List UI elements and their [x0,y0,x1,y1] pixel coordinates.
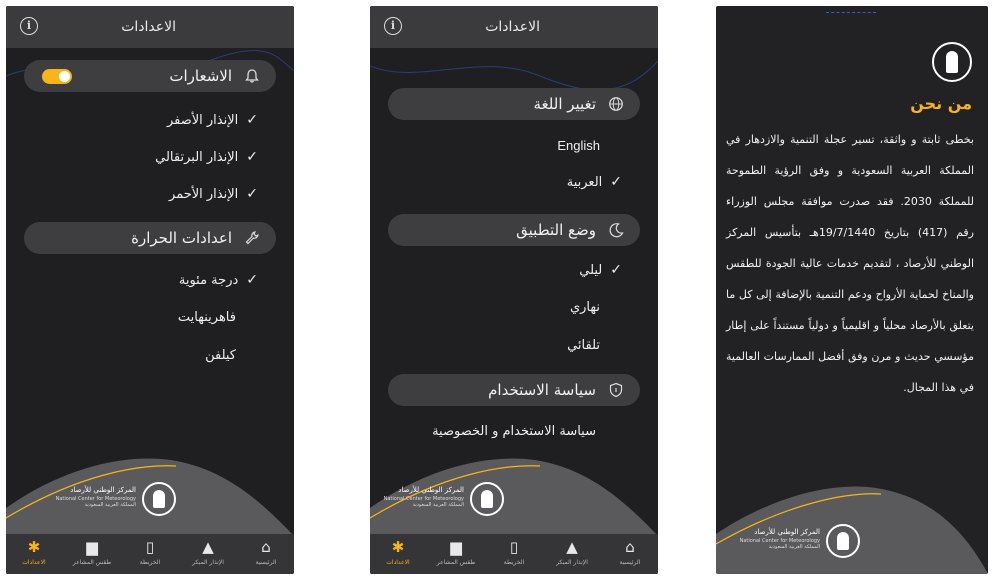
page-title: الاعدادات [485,19,540,35]
temperature-settings-row[interactable]: اعدادات الحرارة [24,222,276,254]
about-title: من نحن [910,94,972,113]
tab-map[interactable]: ▯ الخريطة [486,538,542,566]
ncm-logo: المركز الوطني للأرصاد National Center fo… [720,520,860,566]
page-title: الاعدادات [121,19,176,35]
change-language-label: تغيير اللغة [533,95,597,113]
alert-orange-option[interactable]: ✓الإنذار البرتقالي [155,149,258,165]
info-icon[interactable]: i [20,17,38,35]
notifications-label: الاشعارات [169,67,232,85]
top-indicator [826,12,876,16]
title-bar: i الاعدادات [6,6,294,48]
check-icon: ✓ [610,262,622,278]
app-mode-row[interactable]: وضع التطبيق [388,214,640,246]
unit-kelvin-option[interactable]: كيلفن [205,348,236,363]
bottom-tab-bar: ⌂ الرئيسية ▲ الإنذار المبكر ▯ الخريطة ▆ طقس … [6,534,294,574]
check-icon: ✓ [246,112,258,128]
palm-emblem-icon [142,482,176,516]
globe-icon [608,96,624,112]
temperature-settings-label: اعدادات الحرارة [131,229,232,247]
alert-yellow-option[interactable]: ✓الإنذار الأصفر [167,112,258,128]
info-icon[interactable]: i [384,17,402,35]
app-mode-label: وضع التطبيق [516,221,596,239]
tab-early-warning[interactable]: ▲ الإنذار المبكر [180,538,236,566]
mode-auto-option[interactable]: تلقائي [567,338,600,353]
tab-settings[interactable]: ✱ الاعدادات [6,538,62,566]
tab-home[interactable]: ⌂ الرئيسية [602,538,658,566]
home-icon: ⌂ [261,538,271,556]
gear-icon: ✱ [391,538,405,556]
wrench-icon [244,230,260,246]
ncm-logo: المركز الوطني للأرصاد National Center fo… [36,478,176,524]
ncm-logo: المركز الوطني للأرصاد National Center fo… [370,478,504,524]
language-arabic-option[interactable]: ✓العربية [567,174,622,190]
notifications-row[interactable]: الاشعارات [24,60,276,92]
palm-emblem-icon [470,482,504,516]
settings-screen-notifications: i الاعدادات الاشعارات ✓الإنذار الأصفر ✓ا… [6,6,294,574]
usage-policy-label: سياسة الاستخدام [488,381,596,399]
warning-icon: ▲ [202,538,214,556]
map-icon: ▯ [145,538,155,556]
usage-policy-row[interactable]: سياسة الاستخدام [388,374,640,406]
check-icon: ✓ [246,272,258,288]
check-icon: ✓ [610,174,622,190]
language-english-option[interactable]: English [557,138,600,153]
kaaba-icon: ▆ [450,538,462,556]
home-icon: ⌂ [625,538,635,556]
gear-icon: ✱ [27,538,41,556]
check-icon: ✓ [246,149,258,165]
kaaba-icon: ▆ [86,538,98,556]
warning-icon: ▲ [566,538,578,556]
mode-night-option[interactable]: ✓ليلي [579,262,622,278]
title-bar: i الاعدادات [370,6,658,48]
change-language-row[interactable]: تغيير اللغة [388,88,640,120]
shield-icon [608,382,624,398]
unit-fahrenheit-option[interactable]: فاهرينهايت [178,310,236,325]
tab-holy-sites-weather[interactable]: ▆ طقس المشاعر [428,538,484,566]
map-icon: ▯ [509,538,519,556]
tab-holy-sites-weather[interactable]: ▆ طقس المشاعر [64,538,120,566]
palm-emblem-icon [826,524,860,558]
tab-map[interactable]: ▯ الخريطة [122,538,178,566]
tab-settings[interactable]: ✱ الاعدادات [370,538,426,566]
check-icon: ✓ [246,186,258,202]
mode-day-option[interactable]: نهاري [570,300,600,315]
notifications-toggle[interactable] [42,69,72,84]
tab-early-warning[interactable]: ▲ الإنذار المبكر [544,538,600,566]
settings-screen-language: i الاعدادات تغيير اللغة English ✓العربية… [370,6,658,574]
tab-home[interactable]: ⌂ الرئيسية [238,538,294,566]
unit-celsius-option[interactable]: ✓درجة مئوية [179,272,258,288]
privacy-policy-link[interactable]: سياسة الاستخدام و الخصوصية [432,424,596,439]
moon-icon [608,222,624,238]
bottom-tab-bar: ⌂ الرئيسية ▲ الإنذار المبكر ▯ الخريطة ▆ طقس … [370,534,658,574]
bell-icon [244,68,260,84]
about-us-screen: من نحن بخطى ثابتة و واثقة، تسير عجلة الت… [716,6,988,574]
alert-red-option[interactable]: ✓الإنذار الأحمر [169,186,258,202]
palm-emblem-icon [932,42,972,82]
about-body: بخطى ثابتة و واثقة، تسير عجلة التنمية وا… [726,133,975,394]
